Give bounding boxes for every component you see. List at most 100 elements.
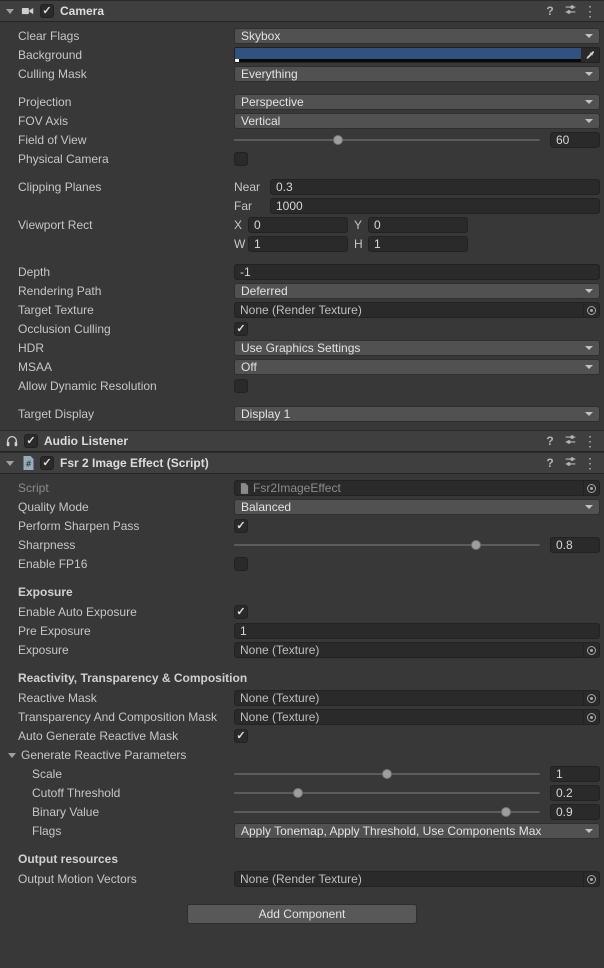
scale-input[interactable]: 1 (550, 766, 600, 782)
projection-dropdown[interactable]: Perspective (234, 94, 600, 110)
flags-dropdown[interactable]: Apply Tonemap, Apply Threshold, Use Comp… (234, 823, 600, 839)
object-picker-icon[interactable] (583, 872, 599, 886)
presets-icon[interactable] (562, 433, 578, 449)
enable-fp16-checkbox[interactable] (234, 557, 248, 571)
pre-exposure-value: 1 (240, 624, 247, 638)
fsr2-foldout-icon[interactable] (4, 461, 16, 466)
viewport-y-input[interactable]: 0 (368, 217, 468, 233)
culling-mask-dropdown[interactable]: Everything (234, 66, 600, 82)
eyedropper-icon[interactable] (581, 48, 599, 62)
far-input[interactable]: 1000 (270, 198, 600, 214)
object-picker-icon[interactable] (583, 481, 599, 495)
slider-handle[interactable] (501, 807, 511, 817)
more-menu-icon[interactable]: ⋮ (582, 456, 598, 470)
camera-title: Camera (60, 4, 104, 18)
output-resources-section-header: Output resources (0, 849, 604, 869)
help-icon[interactable]: ? (542, 4, 558, 18)
auto-generate-reactive-mask-label: Auto Generate Reactive Mask (0, 729, 234, 743)
reactive-mask-value: None (Texture) (240, 691, 583, 705)
sharpness-label: Sharpness (0, 538, 234, 552)
fsr2-component-header[interactable]: # Fsr 2 Image Effect (Script) ? ⋮ (0, 452, 604, 474)
sharpness-input[interactable]: 0.8 (550, 537, 600, 553)
exposure-section-header: Exposure (0, 582, 604, 602)
presets-icon[interactable] (562, 3, 578, 19)
slider-handle[interactable] (333, 135, 343, 145)
audio-listener-component-header[interactable]: Audio Listener ? ⋮ (0, 430, 604, 452)
allow-dynamic-resolution-checkbox[interactable] (234, 379, 248, 393)
more-menu-icon[interactable]: ⋮ (582, 4, 598, 18)
fsr2-enabled-checkbox[interactable] (40, 456, 54, 470)
pre-exposure-label: Pre Exposure (0, 624, 234, 638)
object-picker-icon[interactable] (583, 710, 599, 724)
depth-input[interactable]: -1 (234, 264, 600, 280)
background-color-field[interactable] (234, 47, 600, 63)
help-icon[interactable]: ? (542, 434, 558, 448)
object-picker-icon[interactable] (583, 303, 599, 317)
color-swatch[interactable] (235, 48, 581, 62)
camera-enabled-checkbox[interactable] (40, 4, 54, 18)
physical-camera-checkbox[interactable] (234, 152, 248, 166)
scale-row: Scale 1 (0, 765, 600, 783)
viewport-x-input[interactable]: 0 (248, 217, 348, 233)
quality-mode-dropdown[interactable]: Balanced (234, 499, 600, 515)
script-field[interactable]: Fsr2ImageEffect (234, 480, 600, 496)
slider-handle[interactable] (382, 769, 392, 779)
more-menu-icon[interactable]: ⋮ (582, 434, 598, 448)
output-motion-vectors-field[interactable]: None (Render Texture) (234, 871, 600, 887)
object-picker-icon[interactable] (583, 643, 599, 657)
spacer (0, 841, 604, 849)
output-motion-vectors-row: Output Motion Vectors None (Render Textu… (0, 870, 600, 888)
depth-label: Depth (0, 265, 234, 279)
sharpness-slider[interactable] (234, 537, 540, 553)
msaa-dropdown[interactable]: Off (234, 359, 600, 375)
clear-flags-dropdown[interactable]: Skybox (234, 28, 600, 44)
cutoff-threshold-input[interactable]: 0.2 (550, 785, 600, 801)
viewport-rect-label: Viewport Rect (0, 218, 234, 232)
fov-axis-dropdown[interactable]: Vertical (234, 113, 600, 129)
perform-sharpen-pass-checkbox[interactable] (234, 519, 248, 533)
field-of-view-input[interactable]: 60 (550, 132, 600, 148)
slider-handle[interactable] (471, 540, 481, 550)
presets-icon[interactable] (562, 455, 578, 471)
target-display-dropdown[interactable]: Display 1 (234, 406, 600, 422)
viewport-w-input[interactable]: 1 (248, 236, 348, 252)
scale-slider[interactable] (234, 766, 540, 782)
chevron-down-icon (585, 412, 593, 416)
auto-generate-reactive-mask-checkbox[interactable] (234, 729, 248, 743)
spacer (0, 396, 604, 404)
transparency-and-composition-mask-field[interactable]: None (Texture) (234, 709, 600, 725)
pre-exposure-input[interactable]: 1 (234, 623, 600, 639)
cutoff-threshold-row: Cutoff Threshold 0.2 (0, 784, 600, 802)
binary-value-input[interactable]: 0.9 (550, 804, 600, 820)
cutoff-threshold-slider[interactable] (234, 785, 540, 801)
script-file-icon (240, 483, 249, 494)
hdr-dropdown[interactable]: Use Graphics Settings (234, 340, 600, 356)
object-picker-icon[interactable] (583, 691, 599, 705)
viewport-w-value: 1 (254, 237, 261, 251)
generate-reactive-parameters-label: Generate Reactive Parameters (21, 748, 186, 762)
near-input[interactable]: 0.3 (270, 179, 600, 195)
camera-component-header[interactable]: Camera ? ⋮ (0, 0, 604, 22)
add-component-button[interactable]: Add Component (187, 904, 417, 924)
occlusion-culling-checkbox[interactable] (234, 322, 248, 336)
depth-value: -1 (240, 265, 251, 279)
target-texture-field[interactable]: None (Render Texture) (234, 302, 600, 318)
culling-mask-value: Everything (241, 67, 581, 81)
generate-reactive-parameters-foldout[interactable]: Generate Reactive Parameters (0, 748, 234, 762)
field-of-view-slider[interactable] (234, 132, 540, 148)
viewport-h-input[interactable]: 1 (368, 236, 468, 252)
exposure-field[interactable]: None (Texture) (234, 642, 600, 658)
rendering-path-row: Rendering Path Deferred (0, 282, 600, 300)
reactive-mask-field[interactable]: None (Texture) (234, 690, 600, 706)
svg-text:#: # (25, 460, 32, 469)
chevron-down-icon (585, 34, 593, 38)
perform-sharpen-pass-label: Perform Sharpen Pass (0, 519, 234, 533)
rendering-path-dropdown[interactable]: Deferred (234, 283, 600, 299)
camera-foldout-icon[interactable] (4, 9, 16, 14)
slider-handle[interactable] (293, 788, 303, 798)
help-icon[interactable]: ? (542, 456, 558, 470)
exposure-value: None (Texture) (240, 643, 583, 657)
binary-value-slider[interactable] (234, 804, 540, 820)
enable-auto-exposure-checkbox[interactable] (234, 605, 248, 619)
audio-listener-enabled-checkbox[interactable] (24, 434, 38, 448)
